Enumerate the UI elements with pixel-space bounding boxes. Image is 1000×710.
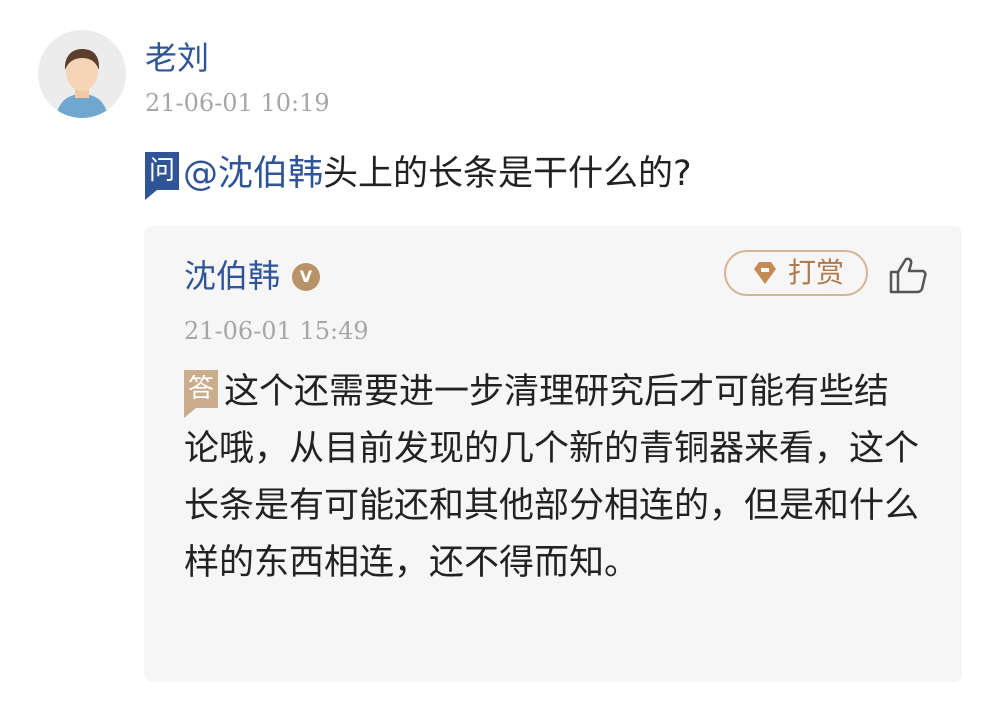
avatar[interactable] [38,30,126,118]
answer-text: 答这个还需要进一步清理研究后才可能有些结论哦，从目前发现的几个新的青铜器来看，这… [184,364,924,592]
reward-button[interactable]: 打赏 [724,250,868,296]
mention-link[interactable]: @沈伯韩 [183,154,323,194]
question-timestamp: 21-06-01 10:19 [145,89,330,117]
question-text: 问 @沈伯韩头上的长条是干什么的? [145,148,692,200]
gem-icon [754,262,776,284]
reward-label: 打赏 [788,256,845,289]
answer-timestamp: 21-06-01 15:49 [184,317,369,345]
answer-author-name[interactable]: 沈伯韩 [184,256,280,296]
answer-body: 这个还需要进一步清理研究后才可能有些结论哦，从目前发现的几个新的青铜器来看，这个… [184,372,920,583]
thumbs-up-icon[interactable] [888,256,928,294]
question-body: 头上的长条是干什么的? [323,154,692,194]
answer-card: 沈伯韩 V 打赏 21-06-01 15:49 答这个还需要进一步清理研究后才可… [144,226,962,682]
question-author-name[interactable]: 老刘 [145,38,209,78]
answer-tag: 答 [184,370,219,418]
question-tag: 问 [145,152,180,200]
verified-icon: V [292,263,320,291]
